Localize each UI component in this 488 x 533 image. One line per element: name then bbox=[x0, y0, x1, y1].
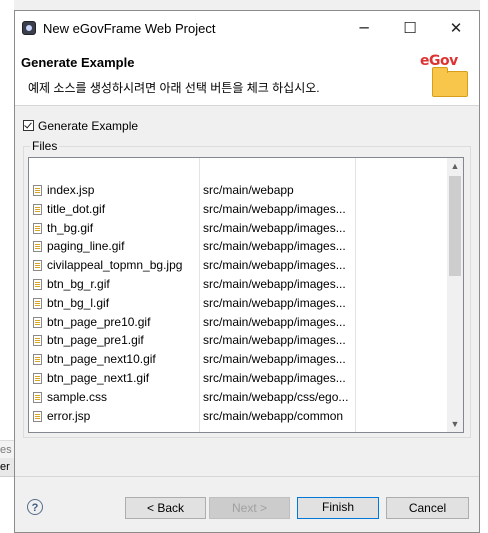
page-description: 예제 소스를 생성하시려면 아래 선택 버튼을 체크 하십시오. bbox=[28, 81, 320, 95]
table-row[interactable]: index.jsp src/main/webapp bbox=[29, 182, 447, 201]
eclipse-app-icon bbox=[22, 21, 36, 35]
table-row[interactable]: btn_page_next10.gif src/main/webapp/image… bbox=[29, 351, 447, 370]
wizard-header: Generate Example 예제 소스를 생성하시려면 아래 선택 버튼을… bbox=[15, 47, 479, 106]
table-row[interactable]: btn_bg_r.gif src/main/webapp/images... bbox=[29, 276, 447, 295]
file-icon bbox=[33, 410, 42, 422]
file-name: sample.css bbox=[47, 389, 108, 404]
file-name: civilappeal_topmn_bg.jpg bbox=[47, 258, 183, 273]
file-path: src/main/webapp/images... bbox=[203, 220, 346, 235]
button-bar-divider bbox=[15, 476, 479, 477]
table-row[interactable]: civilappeal_topmn_bg.jpg src/main/webapp/… bbox=[29, 257, 447, 276]
file-icon bbox=[33, 241, 42, 253]
title-bar: New eGovFrame Web Project ─ ☐ ✕ bbox=[15, 11, 479, 47]
file-name: title_dot.gif bbox=[47, 201, 106, 216]
file-path: src/main/webapp/images... bbox=[203, 239, 346, 254]
logo-text: eGov bbox=[420, 53, 458, 69]
egov-logo-icon: eGov bbox=[420, 53, 470, 97]
table-row[interactable]: btn_page_pre1.gif src/main/webapp/images.… bbox=[29, 332, 447, 351]
minimize-button[interactable]: ─ bbox=[341, 11, 387, 47]
file-name: error.jsp bbox=[47, 408, 91, 423]
files-group: Files index.jsp src/main/webapp title_dot.… bbox=[23, 139, 471, 438]
file-name: btn_bg_r.gif bbox=[47, 276, 110, 291]
cancel-button[interactable]: Cancel bbox=[386, 497, 469, 519]
file-icon bbox=[33, 372, 42, 384]
table-row[interactable]: th_bg.gif src/main/webapp/images... bbox=[29, 220, 447, 239]
background-window bbox=[480, 0, 488, 533]
file-path: src/main/webapp/common bbox=[203, 408, 344, 423]
background-tab: er bbox=[0, 458, 14, 477]
new-project-dialog: New eGovFrame Web Project ─ ☐ ✕ Generate… bbox=[14, 10, 480, 533]
table-row[interactable]: error.jsp src/main/webapp/common bbox=[29, 408, 447, 427]
finish-button[interactable]: Finish bbox=[297, 497, 379, 519]
files-table-body: index.jsp src/main/webapp title_dot.gif src… bbox=[29, 182, 447, 426]
close-button[interactable]: ✕ bbox=[433, 11, 479, 47]
file-icon bbox=[33, 391, 42, 403]
table-row[interactable]: btn_page_pre10.gif src/main/webapp/images… bbox=[29, 314, 447, 333]
file-path: src/main/webapp bbox=[203, 183, 294, 197]
scrollbar-thumb[interactable] bbox=[449, 176, 461, 276]
file-path: src/main/webapp/images... bbox=[203, 258, 346, 273]
file-icon bbox=[33, 222, 42, 234]
file-name: btn_page_next10.gif bbox=[47, 352, 156, 367]
file-icon bbox=[33, 297, 42, 309]
file-icon bbox=[33, 335, 42, 347]
file-icon bbox=[33, 354, 42, 366]
files-table: index.jsp src/main/webapp title_dot.gif src… bbox=[28, 157, 464, 433]
vertical-scrollbar[interactable]: ▲ ▼ bbox=[447, 158, 463, 432]
file-name: paging_line.gif bbox=[47, 239, 125, 254]
table-row[interactable]: btn_bg_l.gif src/main/webapp/images... bbox=[29, 295, 447, 314]
file-path: src/main/webapp/images... bbox=[203, 201, 346, 216]
file-name: btn_bg_l.gif bbox=[47, 295, 110, 310]
back-button[interactable]: < Back bbox=[125, 497, 206, 519]
file-path: src/main/webapp/images... bbox=[203, 370, 346, 385]
file-icon bbox=[33, 185, 42, 196]
maximize-button[interactable]: ☐ bbox=[387, 11, 433, 47]
file-path: src/main/webapp/images... bbox=[203, 333, 346, 348]
help-icon[interactable]: ? bbox=[27, 499, 43, 515]
table-row[interactable]: btn_page_next1.gif src/main/webapp/images… bbox=[29, 370, 447, 389]
checkbox-checked-icon[interactable] bbox=[23, 120, 34, 131]
file-path: src/main/webapp/images... bbox=[203, 295, 346, 310]
file-name: btn_page_next1.gif bbox=[47, 370, 150, 385]
table-row[interactable]: paging_line.gif src/main/webapp/images... bbox=[29, 238, 447, 257]
file-path: src/main/webapp/images... bbox=[203, 276, 346, 291]
window-title: New eGovFrame Web Project bbox=[43, 21, 216, 36]
checkbox-label: Generate Example bbox=[38, 119, 139, 133]
table-row[interactable]: title_dot.gif src/main/webapp/images... bbox=[29, 201, 447, 220]
scroll-up-icon[interactable]: ▲ bbox=[447, 158, 463, 174]
page-title: Generate Example bbox=[21, 55, 135, 70]
next-button[interactable]: Next > bbox=[209, 497, 290, 519]
scroll-down-icon[interactable]: ▼ bbox=[447, 416, 463, 432]
folder-icon bbox=[432, 67, 468, 97]
file-path: src/main/webapp/images... bbox=[203, 314, 346, 329]
background-tab: es bbox=[0, 440, 14, 460]
file-name: index.jsp bbox=[47, 183, 95, 197]
file-name: btn_page_pre1.gif bbox=[47, 333, 144, 348]
files-group-label: Files bbox=[30, 139, 60, 153]
file-name: th_bg.gif bbox=[47, 220, 94, 235]
file-icon bbox=[33, 316, 42, 328]
file-path: src/main/webapp/css/ego... bbox=[203, 389, 349, 404]
table-row[interactable]: sample.css src/main/webapp/css/ego... bbox=[29, 389, 447, 408]
file-icon bbox=[33, 203, 42, 215]
file-name: btn_page_pre10.gif bbox=[47, 314, 151, 329]
file-icon bbox=[33, 260, 42, 272]
file-path: src/main/webapp/images... bbox=[203, 352, 346, 367]
file-icon bbox=[33, 278, 42, 290]
